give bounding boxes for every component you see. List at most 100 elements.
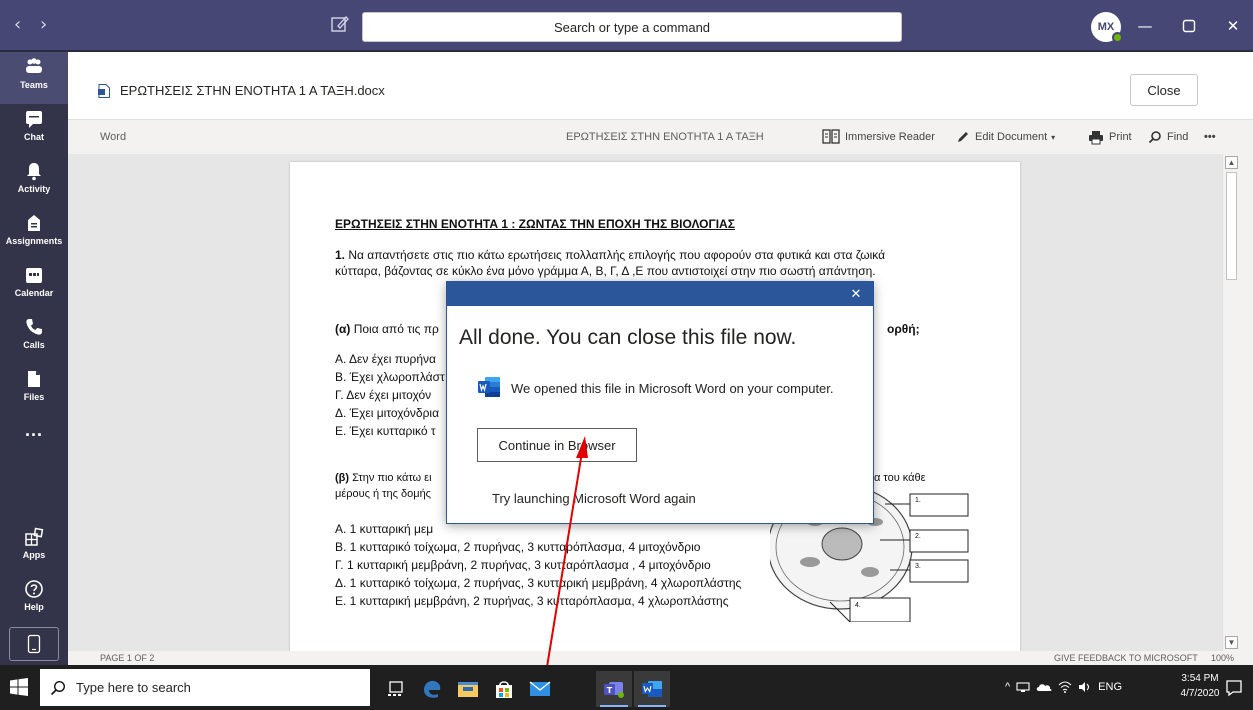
- taskbar-search-placeholder: Type here to search: [76, 680, 191, 695]
- taskbar-search-input[interactable]: Type here to search: [40, 669, 370, 706]
- heading-rest: : ΖΩΝΤΑΣ ΤΗΝ ΕΠΟΧΗ ΤΗΣ ΒΙΟΛΟΓΙΑΣ: [508, 217, 735, 231]
- windows-start-icon[interactable]: [10, 678, 28, 696]
- file-icon: [28, 371, 40, 387]
- new-chat-icon[interactable]: [330, 14, 350, 34]
- immersive-reader-label: Immersive Reader: [845, 131, 935, 143]
- rail-item-activity[interactable]: Activity: [0, 156, 68, 208]
- system-tray: ^ ENG: [1005, 677, 1122, 697]
- dialog-message: We opened this file in Microsoft Word on…: [511, 381, 834, 396]
- avatar-initials: MX: [1097, 21, 1115, 33]
- bell-icon: [27, 163, 41, 181]
- volume-icon[interactable]: [1078, 681, 1092, 693]
- windows-taskbar: Type here to search T ^ ENG 3:54 PM 4/7/…: [0, 665, 1253, 710]
- scrollbar-thumb[interactable]: [1226, 172, 1237, 280]
- microsoft-store-button[interactable]: [486, 671, 522, 707]
- more-options-button[interactable]: •••: [1204, 128, 1216, 146]
- pencil-icon: [958, 132, 968, 142]
- mail-button[interactable]: [522, 671, 558, 707]
- edit-document-button[interactable]: Edit Document ▾: [956, 128, 1055, 146]
- file-opened-dialog: ✕ All done. You can close this file now.…: [446, 281, 874, 524]
- question-a-option: Α. Δεν έχει πυρήνα: [335, 352, 436, 366]
- rail-item-label: Teams: [20, 80, 48, 90]
- folder-icon: [458, 682, 478, 697]
- question-b-label: (β): [335, 472, 350, 484]
- rail-item-label: Help: [24, 602, 44, 612]
- maximize-button[interactable]: [1174, 12, 1204, 40]
- page-heading: ΕΡΩΤΗΣΕΙΣ ΣΤΗΝ ΕΝΟΤΗΤΑ 1 : ΖΩΝΤΑΣ ΤΗΝ ΕΠ…: [335, 217, 735, 231]
- print-label: Print: [1109, 131, 1132, 143]
- maximize-icon: [1182, 19, 1196, 33]
- system-clock[interactable]: 3:54 PM 4/7/2020: [1180, 671, 1220, 701]
- device-button[interactable]: [9, 627, 59, 661]
- print-button[interactable]: Print: [1088, 128, 1132, 146]
- mail-icon: [529, 681, 551, 696]
- teams-taskbar-button[interactable]: T: [596, 671, 632, 707]
- diagram-label-4: 4.: [855, 602, 861, 609]
- calendar-icon: [26, 268, 42, 283]
- back-arrow-icon[interactable]: ‹: [14, 14, 21, 35]
- apps-icon: [25, 527, 44, 546]
- scroll-down-arrow-icon[interactable]: ▼: [1225, 636, 1238, 649]
- question-a-option: Δ. Έχει μιτοχόνδρια: [335, 406, 440, 420]
- question-1-line-1: 1. Να απαντήσετε στις πιο κάτω ερωτήσεις…: [335, 248, 885, 262]
- dialog-close-icon[interactable]: ✕: [849, 287, 863, 302]
- question-text: Να απαντήσετε στις πιο κάτω ερωτήσεις πο…: [345, 248, 886, 262]
- rail-item-label: Calls: [23, 340, 45, 350]
- edge-icon: [424, 680, 441, 698]
- help-icon: [25, 580, 43, 598]
- more-options-icon: •••: [1204, 131, 1216, 143]
- rail-item-calls[interactable]: Calls: [0, 312, 68, 364]
- edge-browser-button[interactable]: [414, 671, 450, 707]
- scroll-up-arrow-icon[interactable]: ▲: [1225, 156, 1238, 169]
- phone-device-icon: [27, 634, 41, 654]
- rail-item-calendar[interactable]: Calendar: [0, 260, 68, 312]
- question-a-option: Γ. Δεν έχει μιτοχόν: [335, 388, 432, 402]
- rail-item-assignments[interactable]: Assignments: [0, 208, 68, 260]
- input-language[interactable]: ENG: [1098, 681, 1122, 693]
- rail-item-help[interactable]: Help: [0, 574, 68, 626]
- question-b-line-2: μέρους ή της δομής: [335, 488, 431, 500]
- question-a-text: Ποια από τις πρ: [350, 322, 439, 336]
- rail-item-teams[interactable]: Teams: [0, 52, 68, 104]
- rail-more-button[interactable]: ...: [0, 420, 68, 472]
- notification-center-icon[interactable]: [1224, 678, 1244, 698]
- question-b: (β) Στην πιο κάτω ει: [335, 472, 432, 484]
- word-app-icon: [642, 681, 662, 697]
- forward-arrow-icon[interactable]: ›: [40, 14, 47, 35]
- rail-item-apps[interactable]: Apps: [0, 522, 68, 574]
- close-document-label: Close: [1147, 82, 1181, 98]
- rail-item-chat[interactable]: Chat: [0, 104, 68, 156]
- network-icon[interactable]: [1016, 681, 1030, 693]
- task-view-button[interactable]: [378, 671, 414, 707]
- title-bar: ‹ › Search or type a command MX — ✕: [0, 0, 1253, 52]
- close-document-button[interactable]: Close: [1130, 74, 1198, 106]
- file-explorer-button[interactable]: [450, 671, 486, 707]
- question-a-end: ορθή;: [887, 322, 920, 336]
- clock-time: 3:54 PM: [1181, 673, 1219, 684]
- presence-available-icon: [1112, 32, 1123, 43]
- vertical-scrollbar[interactable]: ▲ ▼: [1222, 154, 1239, 651]
- feedback-link[interactable]: GIVE FEEDBACK TO MICROSOFT: [1054, 653, 1198, 663]
- chat-icon: [26, 111, 42, 128]
- minimize-button[interactable]: —: [1130, 12, 1160, 40]
- app-rail: Teams Chat Activity Assignments Calendar…: [0, 52, 68, 665]
- phone-icon: [26, 319, 42, 335]
- rail-item-files[interactable]: Files: [0, 364, 68, 416]
- svg-text:T: T: [607, 686, 613, 695]
- question-b-option: Α. 1 κυτταρική μεμ: [335, 522, 434, 536]
- onedrive-icon[interactable]: [1036, 682, 1052, 692]
- rail-item-label: Calendar: [14, 288, 54, 298]
- command-search-input[interactable]: Search or type a command: [362, 12, 902, 42]
- question-b-text: Στην πιο κάτω ει: [349, 472, 432, 484]
- search-placeholder: Search or type a command: [553, 19, 711, 35]
- chevron-up-icon[interactable]: ^: [1005, 681, 1010, 693]
- zoom-level[interactable]: 100%: [1211, 653, 1234, 663]
- wifi-icon[interactable]: [1058, 681, 1072, 693]
- heading-prefix: ΕΡΩΤΗΣΕΙΣ ΣΤΗΝ ΕΝΟΤΗΤΑ 1: [335, 217, 509, 231]
- assignments-icon: [28, 215, 40, 231]
- task-view-icon: [388, 681, 403, 696]
- immersive-reader-button[interactable]: Immersive Reader: [822, 128, 935, 146]
- find-button[interactable]: Find: [1148, 128, 1188, 146]
- word-taskbar-button[interactable]: [634, 671, 670, 707]
- close-window-button[interactable]: ✕: [1218, 12, 1248, 40]
